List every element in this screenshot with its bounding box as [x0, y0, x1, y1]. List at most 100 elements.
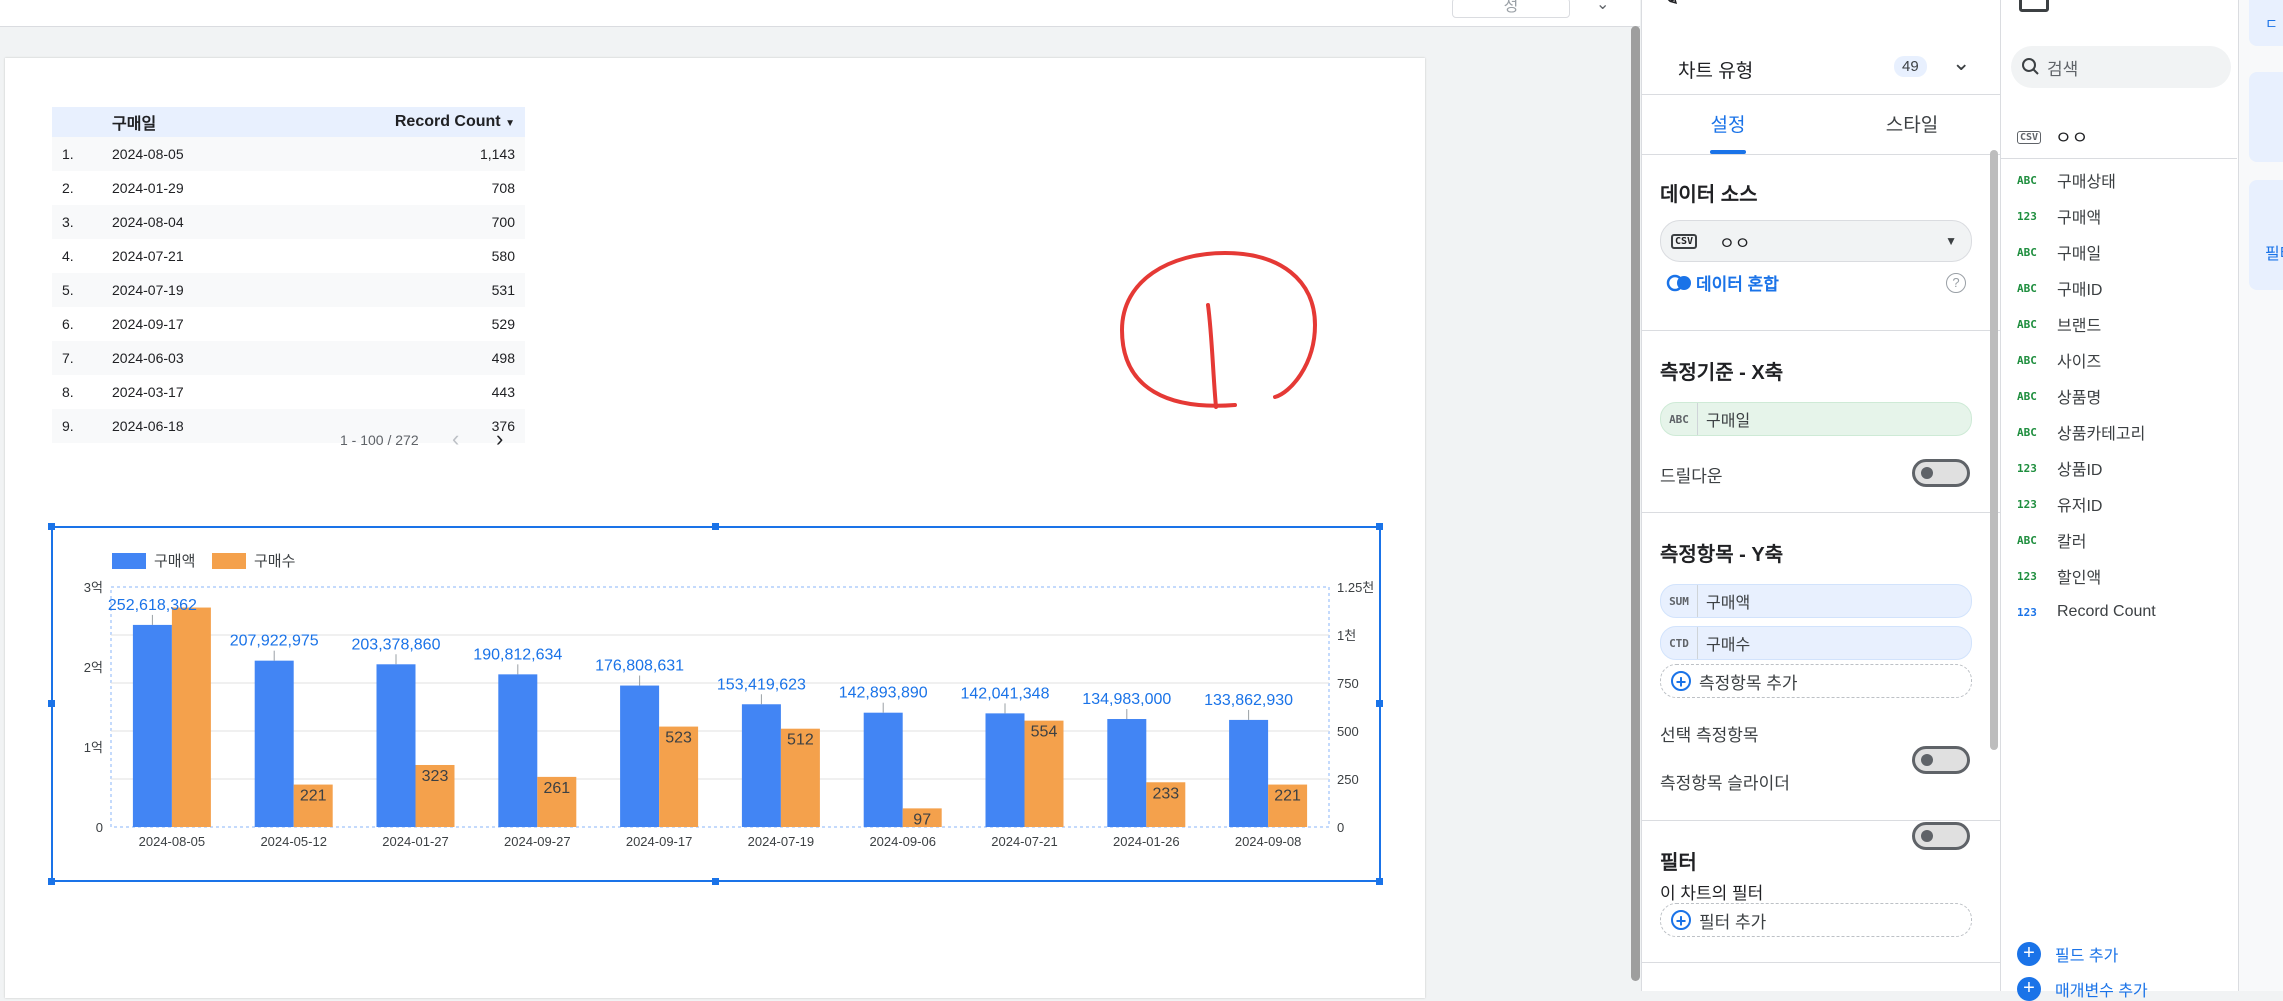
field-item[interactable]: 123 상품ID [2001, 450, 2237, 486]
divider [2001, 158, 2237, 159]
field-type-icon: ABC [2017, 173, 2037, 187]
field-item[interactable]: 123 구매액 [2001, 198, 2237, 234]
field-item[interactable]: ABC 상품카테고리 [2001, 414, 2237, 450]
bar-purchase-amount [1107, 719, 1147, 827]
side-tab-filter[interactable]: 필터 [2249, 180, 2283, 290]
field-name: 할인액 [2057, 570, 2102, 587]
bar-purchase-count [171, 607, 211, 827]
field-item[interactable]: 123 할인액 [2001, 558, 2237, 594]
metric-chip-ctd[interactable]: CTD 구매수 [1660, 626, 1972, 660]
field-type-icon: 123 [2017, 461, 2037, 475]
metric-chip-sum[interactable]: SUM 구매액 [1660, 584, 1972, 618]
drilldown-toggle[interactable] [1912, 459, 1970, 487]
add-parameter-button[interactable]: + 매개변수 추가 [2017, 977, 2148, 1001]
field-type-icon: ABC [2017, 353, 2037, 367]
chart-type-row[interactable]: 차트 유형 49 ⌄ [1642, 44, 2000, 95]
row-date: 2024-09-17 [112, 316, 184, 332]
data-source-name: ㅇㅇ [2055, 128, 2089, 148]
row-record-count: 443 [491, 384, 515, 400]
dimension-title: 측정기준 - X축 [1660, 362, 1784, 384]
tab-setup[interactable]: 설정 [1684, 110, 1772, 137]
blend-data-label: 데이터 혼합 [1696, 275, 1779, 294]
chevron-right-icon[interactable]: › [496, 426, 503, 452]
field-item[interactable]: ABC 사이즈 [2001, 342, 2237, 378]
chart-properties-panel: ✎ 차트 유형 49 ⌄ 설정 스타일 데이터 소스 CSV ㅇㅇ ▼ 데이터 … [1641, 0, 2000, 991]
divider [1642, 330, 2000, 331]
bar-data-label-amount: 252,618,362 [108, 597, 197, 614]
field-item[interactable]: ABC 구매상태 [2001, 162, 2237, 198]
field-item[interactable]: ABC 상품명 [2001, 378, 2237, 414]
field-item[interactable]: ABC 칼러 [2001, 522, 2237, 558]
x-axis-tick: 2024-09-08 [1235, 834, 1302, 849]
left-axis-tick: 0 [96, 820, 103, 835]
x-axis-tick: 2024-07-21 [991, 834, 1058, 849]
x-axis-tick: 2024-07-19 [748, 834, 815, 849]
canvas-scrollbar[interactable] [1631, 26, 1640, 981]
row-record-count: 700 [491, 214, 515, 230]
add-circle-icon: + [2017, 977, 2041, 1001]
bar-purchase-amount [863, 712, 903, 827]
add-field-button[interactable]: + 필드 추가 [2017, 942, 2118, 966]
dimension-chip[interactable]: ABC 구매일 [1660, 402, 1972, 436]
column-header-record-count[interactable]: Record Count ▼ [325, 113, 525, 131]
add-parameter-label: 매개변수 추가 [2055, 983, 2148, 1000]
panel-scrollbar[interactable] [1990, 150, 1998, 750]
divider [1642, 820, 2000, 821]
table-row[interactable]: 8. 2024-03-17 443 [52, 375, 525, 409]
side-tab-data[interactable]: ㄷ [2249, 0, 2283, 46]
add-metric-button[interactable]: + 측정항목 추가 [1660, 664, 1972, 698]
bar-purchase-amount [620, 685, 660, 827]
field-name: 상품ID [2057, 462, 2103, 479]
toolbar-button[interactable]: 성 [1452, 0, 1570, 18]
field-item[interactable]: 123 Record Count [2001, 594, 2237, 630]
divider [1642, 962, 2000, 963]
column-header-date[interactable]: 구매일 [112, 110, 325, 134]
search-icon [2022, 58, 2039, 75]
field-item[interactable]: 123 유저ID [2001, 486, 2237, 522]
tab-style[interactable]: 스타일 [1862, 110, 1962, 137]
field-search-input[interactable]: 검색 [2011, 46, 2231, 88]
data-source-row[interactable]: CSV ㅇㅇ [2017, 124, 2088, 150]
bar-data-label-count: 554 [1031, 724, 1058, 741]
row-date: 2024-07-21 [112, 248, 184, 264]
row-date: 2024-08-04 [112, 214, 184, 230]
field-item[interactable]: ABC 구매ID [2001, 270, 2237, 306]
table-row[interactable]: 3. 2024-08-04 700 [52, 205, 525, 239]
metric-slider-toggle[interactable] [1912, 822, 1970, 850]
bar-data-label-count: 221 [300, 788, 327, 805]
bar-data-label-amount: 133,862,930 [1204, 692, 1293, 709]
help-icon[interactable]: ? [1946, 273, 1966, 293]
add-field-label: 필드 추가 [2055, 948, 2119, 965]
optional-metrics-toggle[interactable] [1912, 746, 1970, 774]
table-row[interactable]: 5. 2024-07-19 531 [52, 273, 525, 307]
table-row[interactable]: 7. 2024-06-03 498 [52, 341, 525, 375]
side-tab-properties[interactable] [2249, 72, 2283, 162]
row-record-count: 580 [491, 248, 515, 264]
table-row[interactable]: 1. 2024-08-05 1,143 [52, 137, 525, 171]
side-tab-filter-label: 필터 [2265, 246, 2283, 263]
left-axis-tick: 1억 [84, 740, 103, 755]
x-axis-tick: 2024-09-17 [626, 834, 693, 849]
chevron-down-icon[interactable]: ⌄ [1596, 0, 1609, 14]
field-name: 구매액 [2057, 210, 2102, 227]
table-row[interactable]: 2. 2024-01-29 708 [52, 171, 525, 205]
x-axis-tick: 2024-01-26 [1113, 834, 1180, 849]
table-row[interactable]: 4. 2024-07-21 580 [52, 239, 525, 273]
field-item[interactable]: ABC 브랜드 [2001, 306, 2237, 342]
field-item[interactable]: ABC 구매일 [2001, 234, 2237, 270]
chevron-down-icon[interactable]: ⌄ [1952, 50, 1970, 76]
chart-type-label: 차트 유형 [1678, 61, 1754, 82]
bar-data-label-count: 512 [787, 732, 814, 749]
legend-swatch [112, 553, 146, 569]
bar-purchase-amount [741, 704, 781, 827]
field-type-icon: ABC [2017, 425, 2037, 439]
table-row[interactable]: 6. 2024-09-17 529 [52, 307, 525, 341]
chevron-left-icon[interactable]: ‹ [452, 426, 459, 452]
legend-label: 구매수 [254, 553, 295, 570]
search-placeholder: 검색 [2047, 59, 2079, 79]
bar-purchase-amount [1229, 719, 1269, 827]
right-axis-tick: 500 [1337, 724, 1359, 739]
blend-data-link[interactable]: 데이터 혼합 [1666, 270, 1779, 295]
data-source-select[interactable]: CSV ㅇㅇ ▼ [1660, 220, 1972, 262]
add-filter-button[interactable]: + 필터 추가 [1660, 903, 1972, 937]
